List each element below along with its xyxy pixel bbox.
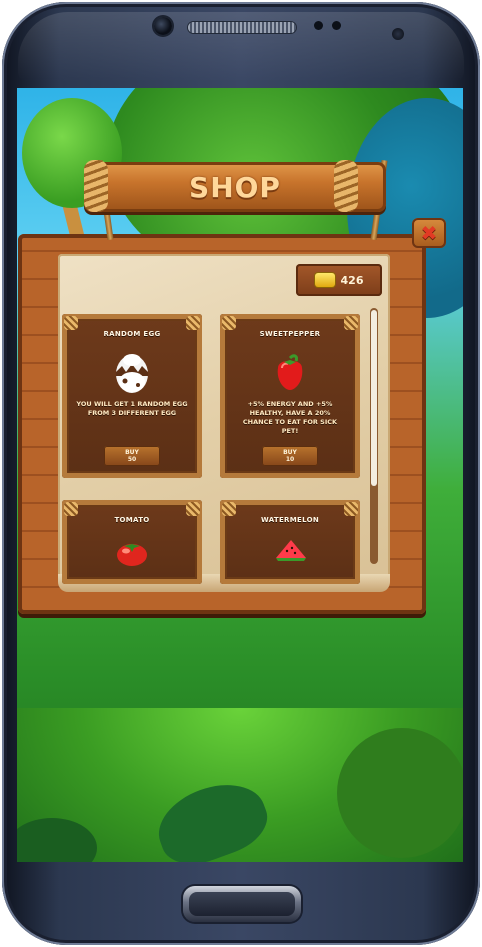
watermelon-icon: [276, 540, 306, 561]
egg-icon: [116, 354, 148, 393]
coin-balance: 426: [296, 264, 382, 296]
item-name: WATERMELON: [261, 516, 319, 524]
earpiece-speaker: [188, 22, 296, 33]
background-bush: [337, 728, 463, 858]
light-sensor: [332, 21, 341, 30]
buy-button[interactable]: BUY 50: [104, 446, 160, 466]
buy-price: 50: [127, 456, 137, 463]
home-button[interactable]: [183, 886, 301, 922]
item-name: TOMATO: [114, 516, 150, 524]
item-description: +5% ENERGY AND +5% HEALTHY, HAVE A 20% C…: [242, 400, 338, 435]
buy-button[interactable]: BUY 10: [262, 446, 318, 466]
shop-item-sweetpepper[interactable]: SWEETPEPPER +5% ENERGY AND +5% HEALTHY, …: [220, 314, 360, 478]
item-name: RANDOM EGG: [103, 330, 161, 338]
shop-item-random-egg[interactable]: RANDOM EGG YOU WILL GET 1 RANDOM EGG FRO…: [62, 314, 202, 478]
buy-label: BUY: [283, 449, 297, 456]
close-button[interactable]: ✖: [412, 218, 446, 248]
shop-title: SHOP: [189, 170, 281, 204]
scrollbar-thumb[interactable]: [371, 310, 377, 486]
shop-item-tomato[interactable]: TOMATO: [62, 500, 202, 584]
rope-knot-left: [84, 160, 108, 212]
rope-knot-right: [334, 160, 358, 212]
item-name: SWEETPEPPER: [259, 330, 321, 338]
shop-item-watermelon[interactable]: WATERMELON: [220, 500, 360, 584]
secondary-camera: [392, 28, 404, 40]
tomato-icon: [117, 544, 147, 566]
buy-price: 10: [285, 456, 295, 463]
item-description: YOU WILL GET 1 RANDOM EGG FROM 3 DIFFERE…: [76, 400, 188, 417]
coin-count: 426: [340, 273, 364, 287]
close-icon: ✖: [420, 221, 438, 245]
front-camera: [154, 17, 172, 35]
coin-stack-icon: [314, 273, 335, 287]
pepper-icon: [277, 354, 303, 390]
proximity-sensor: [314, 21, 323, 30]
buy-label: BUY: [125, 449, 139, 456]
